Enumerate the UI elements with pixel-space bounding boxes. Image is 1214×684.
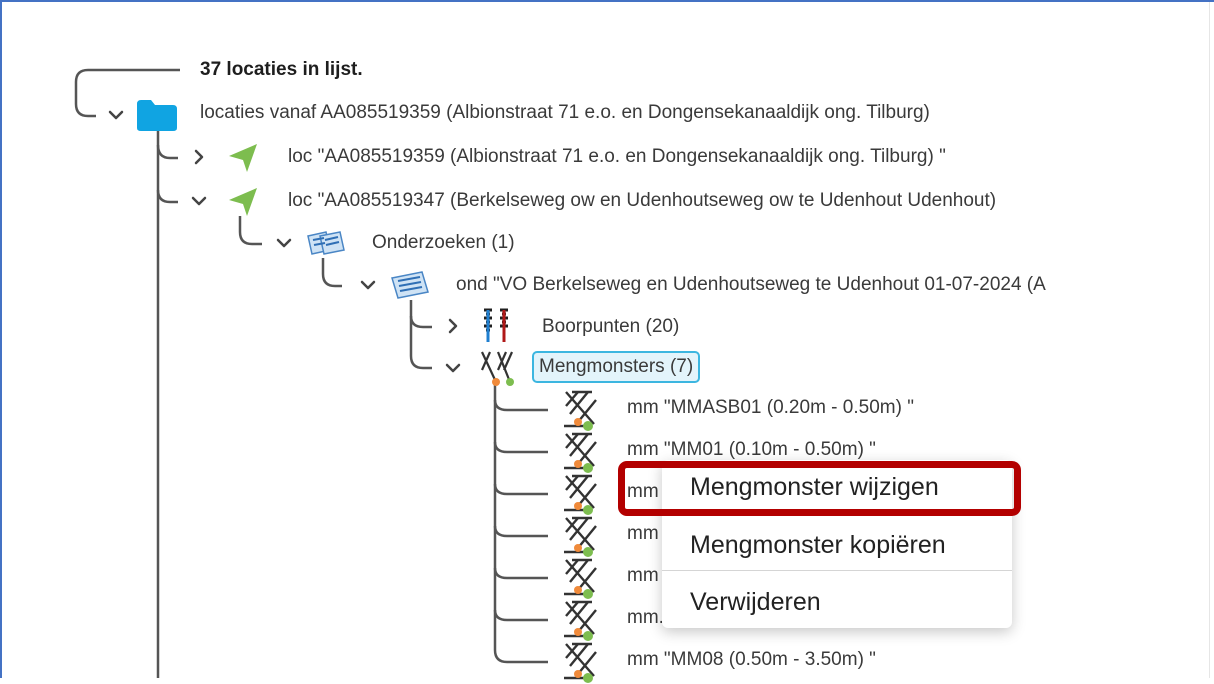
menu-item-delete[interactable]: Verwijderen xyxy=(690,587,821,617)
documents-stack-icon xyxy=(307,231,345,255)
tree-node-label: Onderzoeken (1) xyxy=(372,232,515,253)
sample-label: mm "MM01 (0.10m - 0.50m) " xyxy=(627,439,876,460)
sample-icon xyxy=(564,642,597,683)
folder-icon xyxy=(137,100,177,131)
location-arrow-icon xyxy=(229,188,257,216)
chevron-down-icon xyxy=(360,280,376,290)
sample-label: mm xyxy=(627,523,659,544)
chevron-right-icon xyxy=(194,149,204,165)
tree-node-label: Boorpunten (20) xyxy=(542,316,680,337)
sample-icon xyxy=(564,474,597,515)
document-icon xyxy=(391,271,429,299)
sample-label: mm "MMASB01 (0.20m - 0.50m) " xyxy=(627,397,914,418)
tree-node-label: ond "VO Berkelseweg en Udenhoutseweg te … xyxy=(456,274,1046,295)
sample-label: mm xyxy=(627,565,659,586)
chevron-right-icon xyxy=(448,318,458,334)
tree-node-label: loc "AA085519359 (Albionstraat 71 e.o. e… xyxy=(288,146,946,167)
chevron-down-icon xyxy=(445,363,461,373)
location-arrow-icon xyxy=(229,144,257,172)
sample-icon xyxy=(564,390,597,431)
menu-item-copy-sample[interactable]: Mengmonster kopiëren xyxy=(690,530,946,560)
chevron-down-icon xyxy=(191,196,207,206)
chevron-down-icon xyxy=(276,238,292,248)
sample-label: mm "MM08 (0.50m - 3.50m) " xyxy=(627,649,876,670)
tree-node-label-selected[interactable]: Mengmonsters (7) xyxy=(532,351,701,383)
menu-separator xyxy=(662,570,1012,571)
tree-node-label: locaties vanaf AA085519359 (Albionstraat… xyxy=(200,102,930,123)
sample-icon xyxy=(564,558,597,599)
sample-icon xyxy=(564,516,597,557)
drill-points-icon xyxy=(484,308,508,342)
mixed-samples-icon xyxy=(480,351,514,386)
sample-label: mm. xyxy=(627,607,664,628)
sample-icon xyxy=(564,432,597,473)
annotation-highlight-box xyxy=(618,461,1021,516)
tree-node-label: loc "AA085519347 (Berkelseweg ow en Uden… xyxy=(288,190,997,211)
location-count-label: 37 locaties in lijst. xyxy=(200,59,363,80)
chevron-down-icon xyxy=(108,110,124,120)
sample-icon xyxy=(564,600,597,641)
